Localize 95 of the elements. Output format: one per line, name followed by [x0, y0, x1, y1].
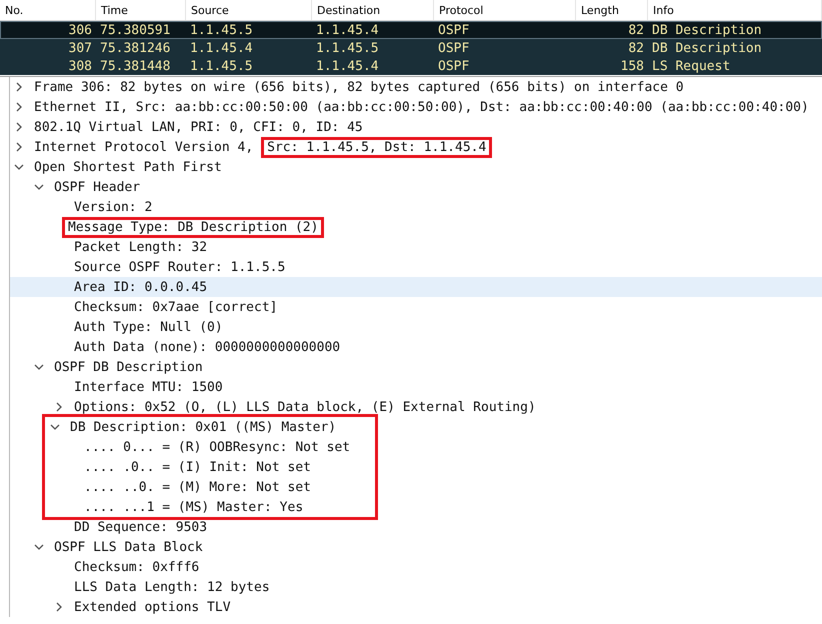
table-cell-text: DB Description	[651, 40, 763, 57]
table-cell-text: 75.380591	[99, 22, 172, 39]
tree-row[interactable]: .... ...1 = (MS) Master: Yes	[45, 497, 375, 517]
table-cell-text: 1.1.45.4	[315, 58, 380, 75]
table-cell-text: 158	[620, 58, 645, 75]
table-cell-text: OSPF	[437, 40, 470, 57]
field-text: DD Sequence: 9503	[73, 518, 208, 536]
field-text: .... 0... = (R) OOBResync: Not set	[83, 438, 352, 456]
table-cell-text: OSPF	[437, 58, 470, 75]
tree-row[interactable]: Checksum: 0xfff6	[10, 557, 822, 577]
chevron-right-icon[interactable]	[14, 142, 24, 152]
tree-row[interactable]: .... ..0. = (M) More: Not set	[45, 477, 375, 497]
field-text: Checksum: 0xfff6	[73, 558, 200, 576]
table-cell-text: 1.1.45.5	[189, 58, 254, 75]
column-header[interactable]: Length	[576, 0, 648, 20]
chevron-right-icon[interactable]	[14, 82, 24, 92]
chevron-down-icon[interactable]	[34, 542, 44, 552]
tree-row[interactable]: OSPF DB Description	[10, 357, 822, 377]
tree-row[interactable]: Frame 306: 82 bytes on wire (656 bits), 82 bytes captured (656 bits) on interface 0	[10, 77, 822, 97]
tree-row[interactable]: Area ID: 0.0.0.45	[10, 277, 822, 297]
field-text: Checksum: 0x7aae [correct]	[73, 298, 278, 316]
chevron-right-icon[interactable]	[14, 102, 24, 112]
tree-row[interactable]: 802.1Q Virtual LAN, PRI: 0, CFI: 0, ID: 45	[10, 117, 822, 137]
chevron-right-icon[interactable]	[54, 402, 64, 412]
tree-row[interactable]: DD Sequence: 9503	[10, 517, 822, 537]
tree-row[interactable]: OSPF Header	[10, 177, 822, 197]
field-text: .... .0.. = (I) Init: Not set	[83, 458, 312, 476]
field-text: Options: 0x52 (O, (L) LLS Data block, (E) External Routing)	[73, 398, 537, 416]
table-cell-text: 306	[68, 22, 93, 39]
tree-row[interactable]: Extended options TLV	[10, 597, 822, 617]
chevron-down-icon[interactable]	[14, 162, 24, 172]
chevron-down-icon[interactable]	[34, 362, 44, 372]
field-text: Packet Length: 32	[73, 238, 208, 256]
tree-row[interactable]: LLS Data Length: 12 bytes	[10, 577, 822, 597]
field-text: LLS Data Length: 12 bytes	[73, 578, 271, 596]
tree-row[interactable]: OSPF LLS Data Block	[10, 537, 822, 557]
field-text: Interface MTU: 1500	[73, 378, 224, 396]
table-cell-text: LS Request	[651, 58, 732, 75]
table-cell-text: 1.1.45.4	[189, 40, 254, 57]
table-cell-text: 75.381448	[99, 58, 172, 75]
tree-row[interactable]: .... 0... = (R) OOBResync: Not set	[45, 437, 375, 457]
tree-row[interactable]: Version: 2	[10, 197, 822, 217]
field-text: Frame 306: 82 bytes on wire (656 bits), 82 bytes captured (656 bits) on interface 0	[33, 78, 685, 96]
packet-row[interactable]: 306 75.380591 1.1.45.5 1.1.45.4 OSPF 82 DB Description	[0, 21, 822, 39]
chevron-right-icon[interactable]	[54, 602, 64, 612]
field-text: OSPF DB Description	[53, 358, 204, 376]
tree-row[interactable]: Auth Type: Null (0)	[10, 317, 822, 337]
column-header[interactable]: Info	[648, 0, 822, 20]
field-text: Extended options TLV	[73, 598, 232, 616]
column-header[interactable]: Time	[96, 0, 186, 20]
table-cell-text: 307	[68, 40, 93, 57]
tree-row[interactable]: Interface MTU: 1500	[10, 377, 822, 397]
tree-row[interactable]: Checksum: 0x7aae [correct]	[10, 297, 822, 317]
tree-row[interactable]: Auth Data (none): 0000000000000000	[10, 337, 822, 357]
highlighted-text: Message Type: DB Description (2)	[62, 216, 324, 238]
field-text: Auth Type: Null (0)	[73, 318, 224, 336]
tree-row[interactable]: Packet Length: 32	[10, 237, 822, 257]
column-header[interactable]: Destination	[312, 0, 434, 20]
field-text: .... ..0. = (M) More: Not set	[83, 478, 312, 496]
field-text: 802.1Q Virtual LAN, PRI: 0, CFI: 0, ID: 45	[33, 118, 364, 136]
field-text: Version: 2	[73, 198, 154, 216]
table-cell-text: 82	[627, 40, 645, 57]
table-cell-text: 308	[68, 58, 93, 75]
chevron-down-icon[interactable]	[50, 422, 60, 432]
field-text: Internet Protocol Version 4,	[33, 138, 254, 156]
tree-row[interactable]: Internet Protocol Version 4, Src: 1.1.45.5, Dst: 1.1.45.4	[10, 137, 822, 157]
table-cell-text: 1.1.45.4	[315, 22, 380, 39]
chevron-down-icon[interactable]	[34, 182, 44, 192]
highlighted-text: Src: 1.1.45.5, Dst: 1.1.45.4	[261, 136, 492, 158]
field-text: Source OSPF Router: 1.1.5.5	[73, 258, 286, 276]
table-cell-text: 75.381246	[99, 40, 172, 57]
packet-row[interactable]: 308 75.381448 1.1.45.5 1.1.45.4 OSPF 158 LS Request	[0, 57, 822, 75]
field-text: .... ...1 = (MS) Master: Yes	[83, 498, 304, 516]
table-cell-text: 82	[627, 22, 645, 39]
tree-row[interactable]: DB Description: 0x01 ((MS) Master)	[45, 417, 375, 437]
field-text: Auth Data (none): 0000000000000000	[73, 338, 342, 356]
field-text: Open Shortest Path First	[33, 158, 223, 176]
table-cell-text: DB Description	[651, 22, 763, 39]
chevron-right-icon[interactable]	[14, 122, 24, 132]
column-header[interactable]: Source	[186, 0, 312, 20]
tree-row[interactable]: Options: 0x52 (O, (L) LLS Data block, (E) External Routing)	[10, 397, 822, 417]
column-header[interactable]: No.	[0, 0, 96, 20]
tree-row[interactable]: Message Type: DB Description (2)	[10, 217, 822, 237]
packet-row[interactable]: 307 75.381246 1.1.45.4 1.1.45.5 OSPF 82 DB Description	[0, 39, 822, 57]
tree-row[interactable]: Open Shortest Path First	[10, 157, 822, 177]
field-text: OSPF LLS Data Block	[53, 538, 204, 556]
table-cell-text: OSPF	[437, 22, 470, 39]
table-cell-text: 1.1.45.5	[189, 22, 254, 39]
tree-row[interactable]: Source OSPF Router: 1.1.5.5	[10, 257, 822, 277]
field-text: OSPF Header	[53, 178, 142, 196]
field-text: Area ID: 0.0.0.45	[73, 278, 208, 296]
tree-row[interactable]: .... .0.. = (I) Init: Not set	[45, 457, 375, 477]
column-header[interactable]: Protocol	[434, 0, 576, 20]
table-cell-text: 1.1.45.5	[315, 40, 380, 57]
field-text: DB Description: 0x01 ((MS) Master)	[69, 418, 338, 436]
